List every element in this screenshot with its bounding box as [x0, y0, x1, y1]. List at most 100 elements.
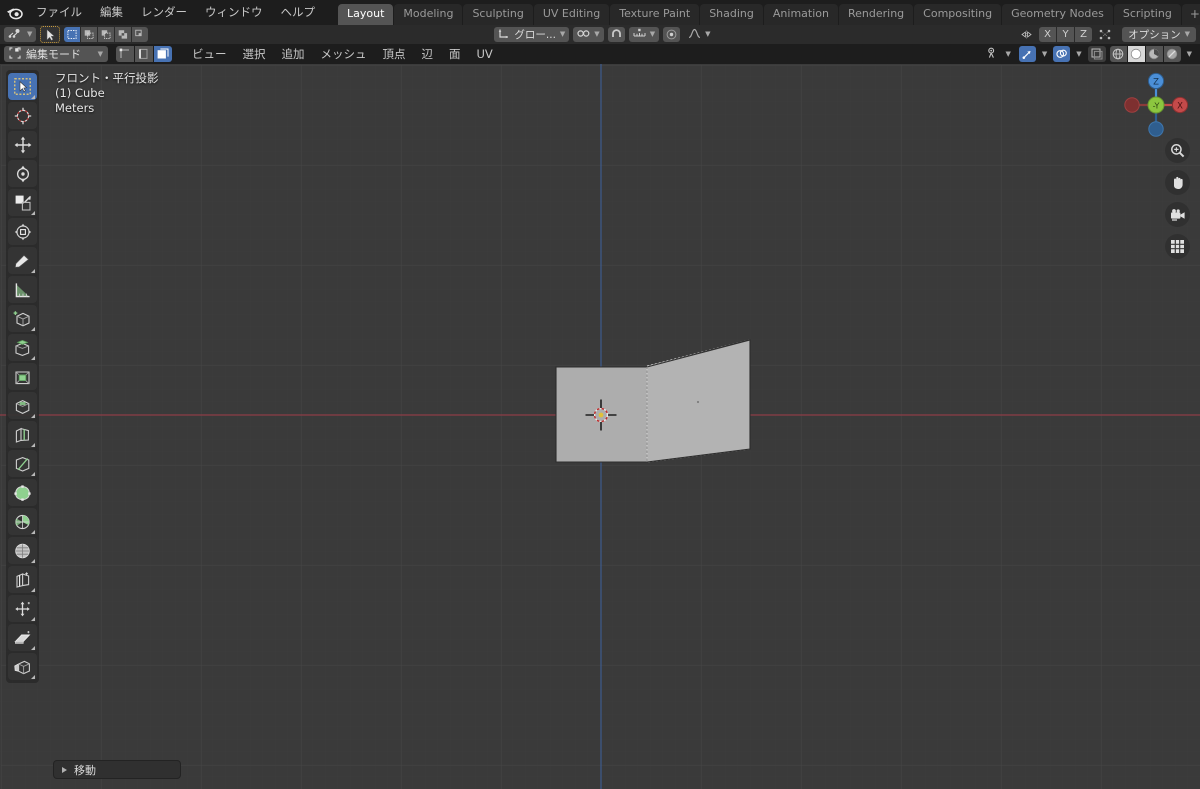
shading-dropdown[interactable]: ▼ [1185, 47, 1194, 62]
select-mode-extend[interactable] [81, 27, 98, 42]
auto-merge-icon[interactable] [1096, 27, 1114, 42]
active-tool-selector[interactable]: ▼ [4, 27, 37, 42]
mode-selector[interactable]: 編集モード ▼ [4, 46, 108, 62]
tab-geometry-nodes[interactable]: Geometry Nodes [1002, 3, 1113, 26]
tool-annotate[interactable] [8, 247, 37, 274]
menu-vertex[interactable]: 頂点 [375, 44, 414, 64]
options-dropdown[interactable]: オプション ▼ [1122, 27, 1196, 42]
navigation-gizmo[interactable]: Z X -Y [1120, 69, 1192, 141]
pivot-point-dropdown[interactable]: ▼ [573, 27, 604, 42]
menu-help[interactable]: ヘルプ [272, 3, 325, 23]
menu-add[interactable]: 追加 [274, 44, 313, 64]
gizmo-dropdown[interactable]: ▼ [1040, 47, 1049, 62]
mirror-axis-x[interactable]: X [1039, 27, 1057, 42]
shading-wireframe[interactable] [1109, 46, 1127, 62]
menu-window[interactable]: ウィンドウ [196, 3, 272, 23]
tool-rotate[interactable] [8, 160, 37, 187]
menu-view[interactable]: ビュー [184, 44, 235, 64]
tool-measure[interactable] [8, 276, 37, 303]
select-mode-set[interactable] [64, 27, 81, 42]
menu-edit[interactable]: 編集 [91, 3, 132, 23]
object-visibility-dropdown[interactable]: ▼ [983, 47, 1014, 62]
overlays-dropdown[interactable]: ▼ [1074, 47, 1083, 62]
tab-rendering[interactable]: Rendering [838, 3, 914, 26]
tab-layout[interactable]: Layout [338, 3, 394, 26]
tab-sculpting[interactable]: Sculpting [463, 3, 533, 26]
menu-mesh[interactable]: メッシュ [313, 44, 375, 64]
shading-material[interactable] [1145, 46, 1163, 62]
select-mode-invert[interactable] [115, 27, 132, 42]
camera-view-button[interactable] [1165, 202, 1190, 227]
mirror-axis-z[interactable]: Z [1075, 27, 1093, 42]
chevron-down-icon: ▼ [649, 30, 656, 38]
tool-spin[interactable] [8, 508, 37, 535]
tool-shrink-fatten[interactable] [8, 595, 37, 622]
shading-solid[interactable] [1127, 46, 1145, 62]
chevron-down-icon: ▼ [1184, 30, 1190, 38]
gizmo-axis-x-label: X [1177, 102, 1183, 112]
menu-render[interactable]: レンダー [132, 3, 196, 23]
chevron-down-icon: ▼ [1005, 49, 1011, 58]
tab-compositing[interactable]: Compositing [914, 3, 1002, 26]
blender-logo-icon[interactable] [6, 2, 23, 24]
toggle-ortho-button[interactable] [1165, 234, 1190, 259]
tab-animation[interactable]: Animation [763, 3, 838, 26]
tool-rip-region[interactable] [8, 653, 37, 680]
menu-edge[interactable]: 辺 [414, 44, 442, 64]
active-tool-cursor[interactable] [40, 26, 61, 43]
shading-mode-group [1109, 46, 1181, 62]
viewport-header-right: ▼ ▼ ▼ ▼ [983, 46, 1196, 62]
tool-bevel[interactable] [8, 392, 37, 419]
mirror-icon[interactable] [1018, 27, 1035, 42]
mesh-select-face[interactable] [154, 46, 172, 62]
tab-shading[interactable]: Shading [700, 3, 763, 26]
select-mode-subtract[interactable] [98, 27, 115, 42]
mesh-select-edge[interactable] [135, 46, 153, 62]
tab-scripting[interactable]: Scripting [1113, 3, 1181, 26]
tool-submenu-indicator [31, 269, 35, 273]
snap-magnet-toggle[interactable] [607, 27, 625, 42]
tool-poly-build[interactable] [8, 479, 37, 506]
move-view-button[interactable] [1165, 170, 1190, 195]
tool-extrude[interactable] [8, 334, 37, 361]
menu-uv[interactable]: UV [469, 45, 501, 63]
camera-icon [1170, 208, 1185, 221]
snap-to-dropdown[interactable]: ▼ [628, 27, 660, 42]
tool-edge-slide[interactable] [8, 566, 37, 593]
hand-icon [1174, 176, 1183, 189]
3d-viewport[interactable]: フロント・平行投影 (1) Cube Meters Z X -Y 移動 [0, 64, 1200, 789]
gizmo-toggle[interactable] [1018, 46, 1036, 62]
shading-rendered[interactable] [1163, 46, 1181, 62]
overlays-toggle[interactable] [1053, 46, 1071, 62]
tab-texture-paint[interactable]: Texture Paint [610, 3, 700, 26]
tool-add-cube[interactable] [8, 305, 37, 332]
tab-uv-editing[interactable]: UV Editing [533, 3, 610, 26]
tool-cursor[interactable] [8, 102, 37, 129]
tool-scale[interactable] [8, 189, 37, 216]
tool-knife[interactable] [8, 450, 37, 477]
mesh-select-vertex[interactable] [116, 46, 134, 62]
chevron-down-icon: ▼ [1041, 49, 1048, 58]
mirror-axis-y[interactable]: Y [1057, 27, 1075, 42]
tool-inset-faces[interactable] [8, 363, 37, 390]
proportional-falloff-dropdown[interactable]: ▼ [684, 27, 714, 42]
tool-smooth[interactable] [8, 537, 37, 564]
chevron-right-icon [62, 766, 67, 773]
operator-panel[interactable]: 移動 [53, 760, 181, 779]
transform-orientation-dropdown[interactable]: グロー... ▼ [494, 27, 570, 42]
menu-file[interactable]: ファイル [27, 3, 91, 23]
add-workspace-button[interactable]: + [1181, 3, 1200, 26]
tool-transform[interactable] [8, 218, 37, 245]
tool-move[interactable] [8, 131, 37, 158]
select-mode-intersect[interactable] [132, 27, 149, 42]
tool-tweak[interactable] [8, 73, 37, 100]
menu-select[interactable]: 選択 [235, 44, 274, 64]
tab-modeling[interactable]: Modeling [394, 3, 463, 26]
proportional-editing-toggle[interactable] [663, 27, 681, 42]
tool-shear[interactable] [8, 624, 37, 651]
menu-face[interactable]: 面 [441, 44, 469, 64]
xray-toggle[interactable] [1087, 46, 1106, 62]
tool-submenu-indicator [31, 559, 35, 563]
tool-loop-cut[interactable] [8, 421, 37, 448]
zoom-view-button[interactable] [1165, 138, 1190, 163]
